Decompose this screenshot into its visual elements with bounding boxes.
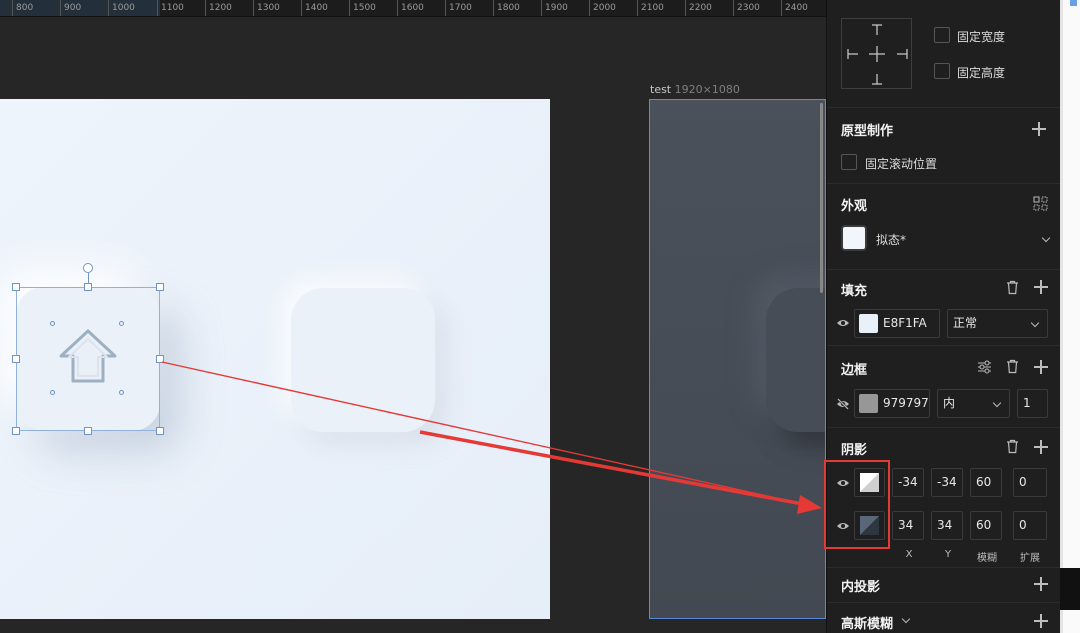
dark-artboard[interactable]	[649, 99, 826, 619]
shadow-2-blur-input[interactable]: 60	[970, 511, 1002, 540]
shadow-1-spread-input[interactable]: 0	[1013, 468, 1047, 497]
fixed-height-label: 固定高度	[957, 66, 1006, 80]
add-prototype-icon[interactable]	[1032, 122, 1046, 136]
fixed-height-checkbox[interactable]	[934, 63, 950, 79]
shadow-1-blur-input[interactable]: 60	[970, 468, 1002, 497]
artboard-name: test	[650, 83, 672, 96]
constraints-section: 固定宽度 固定高度	[827, 0, 1061, 108]
ruler-tick: 1800	[493, 0, 520, 16]
resize-handle-top-left[interactable]	[12, 283, 20, 291]
shadow-1-y-input[interactable]: -34	[931, 468, 963, 497]
shadow-blur-label: 模糊	[977, 553, 997, 564]
chevron-down-icon[interactable]	[901, 614, 911, 624]
trash-icon[interactable]	[1006, 280, 1019, 295]
ruler-tick: 2400	[781, 0, 808, 16]
ruler-tick: 1700	[445, 0, 472, 16]
ruler-tick: 2100	[637, 0, 664, 16]
fixed-scroll-checkbox[interactable]	[841, 154, 857, 170]
ruler-tick: 2000	[589, 0, 616, 16]
ruler-tick: 2300	[733, 0, 760, 16]
border-color-swatch[interactable]	[859, 394, 878, 413]
shadow-spread-label: 扩展	[1020, 553, 1040, 564]
ruler-tick: 1600	[397, 0, 424, 16]
trash-icon[interactable]	[1006, 359, 1019, 374]
constraint-widget[interactable]	[841, 18, 912, 89]
add-inner-shadow-icon[interactable]	[1034, 577, 1048, 591]
artboard-label[interactable]: test 1920×1080	[650, 83, 740, 96]
fill-section: 填充 E8F1FA 正常	[827, 270, 1061, 346]
resize-handle-left[interactable]	[12, 355, 20, 363]
style-name: 拟态*	[876, 233, 907, 247]
inner-shadow-title: 内投影	[841, 580, 881, 595]
canvas-scrollbar[interactable]	[820, 103, 823, 293]
rotation-handle[interactable]	[83, 263, 93, 273]
resize-handle-top-right[interactable]	[156, 283, 164, 291]
ruler-tick: 1100	[157, 0, 184, 16]
gaussian-blur-section: 高斯模糊	[827, 603, 1061, 633]
ruler-tick: 1200	[205, 0, 232, 16]
edge-marker	[1070, 0, 1077, 6]
shadow-x-label: X	[905, 549, 913, 560]
inner-shadow-section: 内投影	[827, 568, 1061, 603]
ruler-tick: 800	[12, 0, 33, 16]
annotation-highlight-box	[824, 460, 890, 549]
border-section: 边框 979797 内 1	[827, 346, 1061, 428]
ruler-tick: 1300	[253, 0, 280, 16]
ruler-tick: 1000	[108, 0, 135, 16]
resize-handle-right[interactable]	[156, 355, 164, 363]
design-canvas[interactable]: test 1920×1080	[0, 17, 826, 633]
fixed-width-checkbox[interactable]	[934, 27, 950, 43]
fixed-width-label: 固定宽度	[957, 30, 1006, 44]
style-thumbnail[interactable]	[841, 225, 867, 251]
appearance-section: 外观 拟态*	[827, 184, 1061, 270]
artboard-size: 1920×1080	[674, 83, 740, 96]
eye-hidden-icon[interactable]	[836, 398, 850, 410]
prototype-title: 原型制作	[841, 124, 894, 139]
resize-handle-bottom-right[interactable]	[156, 427, 164, 435]
fill-color-swatch[interactable]	[859, 314, 878, 333]
trash-icon[interactable]	[1006, 439, 1019, 454]
blend-mode-select[interactable]: 正常	[947, 309, 1048, 338]
shadow-title: 阴影	[841, 443, 868, 458]
border-position-select[interactable]: 内	[937, 389, 1010, 418]
add-shadow-icon[interactable]	[1034, 440, 1048, 454]
chevron-down-icon[interactable]	[1041, 233, 1051, 243]
adjust-sliders-icon[interactable]	[977, 360, 992, 374]
fill-color-field[interactable]: E8F1FA	[854, 309, 940, 338]
shadow-2-y-input[interactable]: 34	[931, 511, 963, 540]
resize-handle-bottom[interactable]	[84, 427, 92, 435]
border-width-input[interactable]: 1	[1017, 389, 1048, 418]
prototype-section: 原型制作 固定滚动位置	[827, 108, 1061, 184]
adjacent-window-edge	[1060, 0, 1080, 633]
resize-handle-top[interactable]	[84, 283, 92, 291]
edge-dark-block	[1060, 568, 1080, 610]
shadow-2-spread-input[interactable]: 0	[1013, 511, 1047, 540]
style-grid-icon[interactable]	[1033, 196, 1048, 211]
neumorphic-card-dark[interactable]	[766, 288, 825, 432]
add-fill-icon[interactable]	[1034, 280, 1048, 294]
border-title: 边框	[841, 363, 868, 378]
appearance-title: 外观	[841, 199, 868, 214]
constraint-cross-icon	[847, 24, 908, 85]
add-border-icon[interactable]	[1034, 360, 1048, 374]
edge-scrollbar	[1060, 0, 1063, 633]
fill-title: 填充	[841, 284, 868, 299]
ruler-tick: 1400	[301, 0, 328, 16]
shadow-1-x-input[interactable]: -34	[892, 468, 924, 497]
neumorphic-card[interactable]	[291, 288, 435, 432]
shadow-2-x-input[interactable]: 34	[892, 511, 924, 540]
shadow-y-label: Y	[944, 549, 952, 560]
eye-icon[interactable]	[836, 318, 850, 328]
ruler-tick: 1900	[541, 0, 568, 16]
gaussian-blur-title: 高斯模糊	[841, 617, 894, 632]
ruler-tick: 1500	[349, 0, 376, 16]
horizontal-ruler: 800 900 1000 1100 1200 1300 1400 1500 16…	[0, 0, 826, 17]
ruler-tick: 2200	[685, 0, 712, 16]
border-color-field[interactable]: 979797	[854, 389, 930, 418]
add-blur-icon[interactable]	[1034, 614, 1048, 628]
ruler-tick: 900	[60, 0, 81, 16]
selection-bounding-box[interactable]	[16, 287, 160, 431]
fixed-scroll-label: 固定滚动位置	[865, 157, 938, 171]
resize-handle-bottom-left[interactable]	[12, 427, 20, 435]
